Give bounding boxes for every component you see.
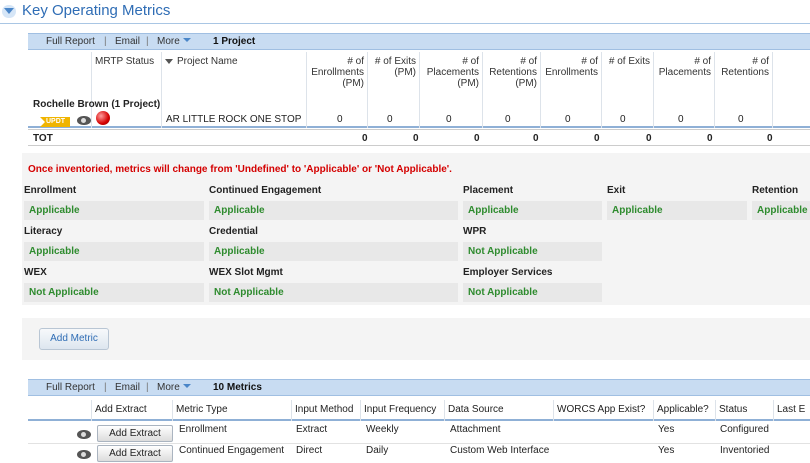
applicable-cell: Yes xyxy=(658,424,675,435)
column-header-metric-type[interactable]: Metric Type xyxy=(173,400,292,421)
column-header-enrollments[interactable]: # of Enrollments xyxy=(541,52,602,128)
metric-value: Applicable xyxy=(752,201,810,220)
value-cell: 0 xyxy=(620,114,626,125)
column-header-data-source[interactable]: Data Source xyxy=(445,400,554,421)
metric-label: WEX Slot Mgmt xyxy=(209,267,283,278)
total-cell: 0 xyxy=(646,133,652,144)
total-label: TOT xyxy=(33,133,53,144)
metrics-toolbar: Full Report | Email | More 10 Metrics xyxy=(28,379,810,396)
column-header-retentions-pm[interactable]: # of Retentions (PM) xyxy=(483,52,541,128)
status-cell: Configured xyxy=(720,424,769,435)
value-cell: 0 xyxy=(337,114,343,125)
total-cell: 0 xyxy=(474,133,480,144)
column-header-placements[interactable]: # of Placements xyxy=(654,52,715,128)
metric-value: Not Applicable xyxy=(209,283,458,302)
sort-down-icon xyxy=(165,58,173,64)
add-metric-button[interactable]: Add Metric xyxy=(39,328,109,350)
red-status-icon xyxy=(96,111,110,125)
metric-type-cell: Continued Engagement xyxy=(179,445,285,456)
applicable-cell: Yes xyxy=(658,445,675,456)
page-title: Key Operating Metrics xyxy=(22,2,171,19)
total-cell: 0 xyxy=(707,133,713,144)
metric-value: Applicable xyxy=(24,242,204,261)
full-report-link[interactable]: Full Report xyxy=(46,382,95,393)
divider xyxy=(28,443,810,444)
chevron-down-icon xyxy=(182,384,191,389)
value-cell: 0 xyxy=(446,114,452,125)
metric-type-cell: Enrollment xyxy=(179,424,227,435)
metric-label: WPR xyxy=(463,226,487,237)
input-frequency-cell: Weekly xyxy=(366,424,399,435)
eye-icon[interactable] xyxy=(77,450,91,459)
add-metric-panel xyxy=(22,318,810,360)
metric-value: Not Applicable xyxy=(463,283,602,302)
group-label: Rochelle Brown (1 Project) xyxy=(33,99,161,110)
toolbar-separator: | xyxy=(146,382,149,393)
metric-value: Applicable xyxy=(209,242,458,261)
data-source-cell: Attachment xyxy=(450,424,501,435)
metric-label: Retention xyxy=(752,185,799,196)
column-header-applicable[interactable]: Applicable? xyxy=(654,400,716,421)
column-header-input-frequency[interactable]: Input Frequency xyxy=(361,400,445,421)
column-header-add-extract[interactable]: Add Extract xyxy=(92,400,173,421)
metric-value: Applicable xyxy=(463,201,602,220)
metric-label: Employer Services xyxy=(463,267,553,278)
section-header[interactable]: Key Operating Metrics xyxy=(0,0,810,24)
value-cell: 0 xyxy=(565,114,571,125)
metric-label: Continued Engagement xyxy=(209,185,322,196)
total-cell: 0 xyxy=(362,133,368,144)
metric-label: WEX xyxy=(24,267,47,278)
metric-value: Applicable xyxy=(24,201,204,220)
metric-value: Not Applicable xyxy=(24,283,204,302)
column-header-exits[interactable]: # of Exits xyxy=(602,52,654,128)
metric-value: Applicable xyxy=(209,201,458,220)
inventory-warning: Once inventoried, metrics will change fr… xyxy=(28,164,452,175)
status-cell: Inventoried xyxy=(720,445,770,456)
column-header-input-method[interactable]: Input Method xyxy=(292,400,361,421)
eye-icon[interactable] xyxy=(77,430,91,439)
more-menu[interactable]: More xyxy=(157,382,191,393)
column-header-exits-pm[interactable]: # of Exits (PM) xyxy=(368,52,420,128)
chevron-down-icon[interactable] xyxy=(4,8,14,14)
input-frequency-cell: Daily xyxy=(366,445,389,456)
column-header-worcs-app-exist[interactable]: WORCS App Exist? xyxy=(554,400,654,421)
divider xyxy=(28,129,810,130)
metric-label: Enrollment xyxy=(24,185,77,196)
metric-label: Literacy xyxy=(24,226,63,237)
metric-label: Credential xyxy=(209,226,258,237)
column-header-status[interactable]: Status xyxy=(716,400,774,421)
record-count: 10 Metrics xyxy=(213,382,262,393)
metric-value: Applicable xyxy=(607,201,747,220)
email-link[interactable]: Email xyxy=(115,382,140,393)
value-cell: 0 xyxy=(738,114,744,125)
input-method-cell: Extract xyxy=(296,424,328,435)
column-header-last-extract[interactable]: Last E xyxy=(774,400,810,421)
total-cell: 0 xyxy=(413,133,419,144)
header-blank xyxy=(28,400,92,421)
total-cell: 0 xyxy=(533,133,539,144)
total-cell: 0 xyxy=(594,133,600,144)
value-cell: 0 xyxy=(387,114,393,125)
project-name-cell[interactable]: AR LITTLE ROCK ONE STOP xyxy=(166,114,301,125)
toolbar-separator: | xyxy=(104,382,107,393)
column-label: Project Name xyxy=(177,56,238,67)
metric-label: Exit xyxy=(607,185,626,196)
input-method-cell: Direct xyxy=(296,445,323,456)
metric-value: Not Applicable xyxy=(463,242,602,261)
add-extract-button[interactable]: Add Extract xyxy=(97,445,173,462)
column-header-retentions[interactable]: # of Retentions xyxy=(715,52,773,128)
divider xyxy=(28,145,810,146)
metric-label: Placement xyxy=(463,185,514,196)
data-source-cell: Custom Web Interface xyxy=(450,445,550,456)
value-cell: 0 xyxy=(678,114,684,125)
total-cell: 0 xyxy=(767,133,773,144)
value-cell: 0 xyxy=(505,114,511,125)
more-label: More xyxy=(157,382,180,393)
add-extract-button[interactable]: Add Extract xyxy=(97,425,173,442)
eye-icon[interactable] xyxy=(77,116,91,125)
